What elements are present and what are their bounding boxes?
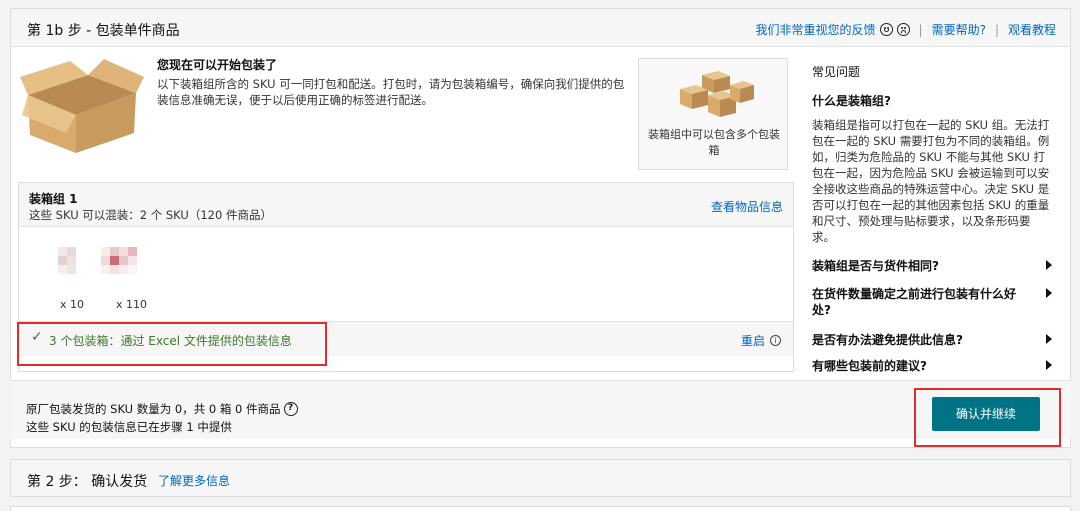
box-group-header: 装箱组 1 这些 SKU 可以混装：2 个 SKU（120 件商品） 查看物品信…	[19, 183, 793, 227]
faq-item-label[interactable]: 在货件数量确定之前进行包装有什么好处?	[812, 286, 1027, 318]
header-links: 我们非常重视您的反馈 | 需要帮助? | 观看教程	[756, 21, 1057, 38]
restart-link[interactable]: 重启 i	[741, 332, 781, 349]
footer-summary: 原厂包装发货的 SKU 数量为 0，共 0 箱 0 件商品 ?	[26, 401, 298, 417]
triangle-right-icon[interactable]	[1046, 360, 1052, 370]
faq-item[interactable]: 有哪些包装前的建议?	[812, 358, 1052, 374]
faq-item[interactable]: 是否有办法避免提供此信息?	[812, 332, 1052, 348]
multi-box-caption: 装箱组中可以包含多个包装箱	[648, 128, 780, 157]
faq-item[interactable]: 在货件数量确定之前进行包装有什么好处?	[812, 286, 1052, 318]
product-thumbnail[interactable]	[52, 245, 92, 285]
faq-question[interactable]: 什么是装箱组?	[812, 92, 1052, 109]
triangle-right-icon[interactable]	[1046, 260, 1052, 270]
faq-answer: 装箱组是指可以打包在一起的 SKU 组。无法打包在一起的 SKU 需要打包为不同…	[812, 118, 1050, 244]
item-quantity: x 110	[116, 298, 148, 311]
tutorial-link[interactable]: 观看教程	[1008, 21, 1056, 38]
learn-more-link[interactable]: 了解更多信息	[158, 472, 230, 489]
feedback-link[interactable]: 我们非常重视您的反馈	[756, 21, 876, 38]
box-group-subtitle: 这些 SKU 可以混装：2 个 SKU（120 件商品）	[29, 208, 272, 222]
faq-item[interactable]: 装箱组是否与货件相同?	[812, 258, 1052, 274]
faq-item-label[interactable]: 装箱组是否与货件相同?	[812, 258, 1027, 274]
faq-item-label[interactable]: 有哪些包装前的建议?	[812, 358, 1027, 374]
info-icon[interactable]: i	[770, 335, 781, 346]
status-highlight-outline	[17, 322, 327, 366]
triangle-right-icon[interactable]	[1046, 288, 1052, 298]
faq-item-label[interactable]: 是否有办法避免提供此信息?	[812, 332, 1027, 348]
product-thumbnail[interactable]	[97, 245, 137, 285]
triangle-right-icon[interactable]	[1046, 334, 1052, 344]
faq-panel: 常见问题 什么是装箱组? 装箱组是指可以打包在一起的 SKU 组。无法打包在一起…	[812, 63, 1052, 245]
faq-title: 常见问题	[812, 65, 861, 79]
card-header: 第 1b 步 - 包装单件商品 我们非常重视您的反馈 | 需要帮助? | 观看教…	[11, 9, 1070, 47]
step-2-title: 第 2 步： 确认发货	[27, 474, 148, 490]
intro-heading: 您现在可以开始包装了	[157, 58, 278, 72]
view-item-info-link[interactable]: 查看物品信息	[711, 198, 783, 215]
separator: |	[918, 22, 923, 37]
step-2-header[interactable]: 第 2 步： 确认发货 了解更多信息	[10, 459, 1071, 497]
separator: |	[994, 22, 999, 37]
page-title: 第 1b 步 - 包装单件商品	[27, 23, 180, 39]
open-box-illustration	[20, 59, 144, 153]
button-highlight-outline	[914, 388, 1061, 447]
multi-box-card: 装箱组中可以包含多个包装箱	[638, 58, 788, 170]
card-footer: 原厂包装发货的 SKU 数量为 0，共 0 箱 0 件商品 ? 这些 SKU 的…	[10, 380, 1071, 439]
restart-label[interactable]: 重启	[741, 332, 765, 349]
intro-text: 以下装箱组所含的 SKU 可一同打包和配送。打包时，请为包装箱编号，确保向我们提…	[157, 77, 625, 107]
help-icon[interactable]: ?	[283, 402, 298, 416]
happy-face-icon[interactable]	[879, 23, 893, 36]
help-link[interactable]: 需要帮助?	[932, 21, 986, 38]
sad-face-icon[interactable]	[896, 23, 910, 36]
footer-note: 这些 SKU 的包装信息已在步骤 1 中提供	[26, 420, 232, 434]
footer-summary-text: 原厂包装发货的 SKU 数量为 0，共 0 箱 0 件商品	[26, 402, 281, 416]
next-section-edge	[10, 506, 1071, 511]
box-group-title: 装箱组 1	[29, 192, 78, 206]
item-quantity: x 10	[60, 298, 85, 311]
stacked-boxes-icon	[680, 71, 754, 117]
